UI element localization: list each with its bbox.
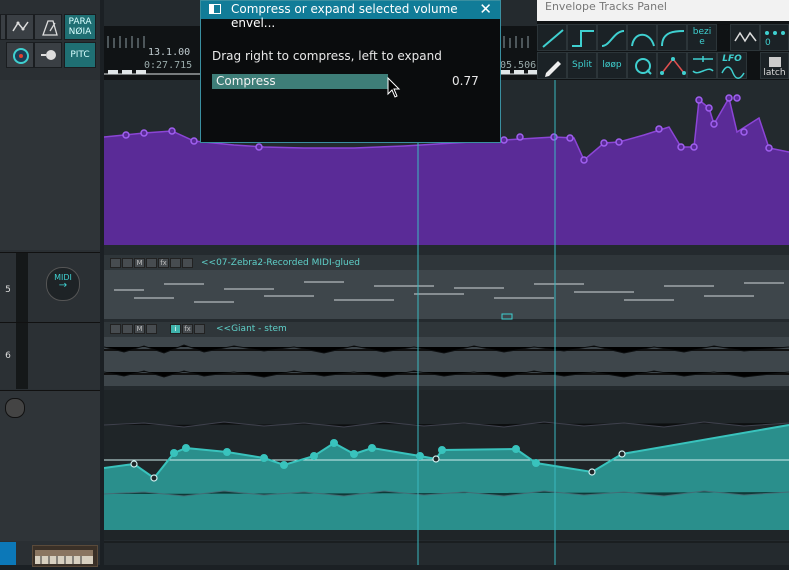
dialog-title: Compress or expand selected volume envel…: [231, 2, 458, 30]
record-knob-icon: [13, 48, 29, 64]
fast-end-shape-button[interactable]: [657, 24, 687, 51]
envelope-tracks-panel: Envelope Tracks Panel bezi e 0 Split løø…: [537, 0, 789, 80]
track-6-controls: 6: [0, 322, 100, 389]
loop-label: løøp: [602, 60, 622, 70]
item-mute-button[interactable]: M: [134, 324, 145, 334]
search-icon: [635, 58, 652, 75]
compress-value: 0.77: [452, 74, 479, 88]
ruler-measure-label: 13.1.00: [148, 47, 191, 58]
envelope-preview-button[interactable]: [730, 24, 760, 51]
close-icon[interactable]: ✕: [479, 0, 492, 18]
mouse-cursor-icon: [387, 77, 401, 98]
peak-points-icon: [660, 57, 686, 75]
track-5-controls: 5 MIDI →: [0, 252, 100, 323]
pencil-icon: [545, 61, 561, 77]
fast-start-shape-button[interactable]: [627, 24, 657, 51]
item-fx-button[interactable]: fx: [182, 324, 193, 334]
transform-icon: [692, 56, 714, 74]
dialog-instruction: Drag right to compress, left to expand: [212, 49, 442, 63]
latch-label: latch: [763, 68, 786, 78]
window-icon: [209, 4, 221, 14]
randomize-button[interactable]: [657, 52, 687, 79]
ruler-time-label: 0:27.715: [144, 60, 193, 71]
item-fx-button[interactable]: fx: [158, 258, 169, 268]
zero-button[interactable]: 0: [760, 24, 789, 51]
bezier-label: bezi e: [692, 27, 712, 47]
pitch-button[interactable]: PITC: [64, 42, 96, 68]
track-7-controls: [0, 390, 100, 541]
square-shape-button[interactable]: [567, 24, 597, 51]
track-6-number: 6: [5, 351, 11, 361]
dialog-titlebar[interactable]: Compress or expand selected volume envel…: [201, 0, 500, 30]
piano-thumbnail-icon: [35, 550, 93, 564]
item-env-button[interactable]: [170, 258, 181, 268]
zero-label: 0: [765, 38, 771, 48]
fast-end-shape-icon: [661, 30, 685, 47]
track-5-strip: [16, 253, 28, 323]
compress-slider[interactable]: Compress: [212, 74, 388, 89]
envelope-panel-titlebar[interactable]: Envelope Tracks Panel: [537, 0, 789, 21]
metronome-button[interactable]: [34, 14, 62, 40]
track-thumbnail: [32, 545, 98, 567]
loop-button[interactable]: løøp: [597, 52, 627, 79]
track-5-item-buttons: M fx: [110, 258, 200, 270]
item-notes-button[interactable]: [146, 324, 157, 334]
track-4-controls: [0, 80, 100, 250]
snap-icon: [12, 21, 29, 32]
item-lock2-button[interactable]: [122, 324, 133, 334]
envelope-panel-title: Envelope Tracks Panel: [545, 0, 667, 13]
square-shape-icon: [572, 30, 594, 47]
transform-button[interactable]: [687, 52, 717, 79]
metronome-icon: [42, 20, 58, 36]
compress-slider-label: Compress: [216, 74, 276, 88]
item-lock-button[interactable]: [110, 258, 121, 268]
paranoia-button[interactable]: PARA NØIA: [64, 14, 96, 40]
midi-item-name[interactable]: <<07-Zebra2-Recorded MIDI-glued: [201, 258, 360, 268]
grid-snap-button[interactable]: [6, 14, 34, 40]
pencil-button[interactable]: [537, 52, 567, 79]
compress-expand-dialog: Compress or expand selected volume envel…: [200, 0, 501, 143]
item-env-button[interactable]: [194, 324, 205, 334]
lock-button[interactable]: [6, 42, 34, 68]
item-info-button[interactable]: i: [170, 324, 181, 334]
track-6-item-buttons: M i fx: [110, 324, 214, 336]
item-mute-button[interactable]: M: [134, 258, 145, 268]
item-lock-button[interactable]: [110, 324, 121, 334]
split-label: Split: [572, 60, 592, 70]
slow-shape-button[interactable]: [597, 24, 627, 51]
ripple-edit-button[interactable]: [34, 42, 62, 68]
lfo-button[interactable]: LFO: [717, 52, 747, 79]
bezier-shape-button[interactable]: bezi e: [687, 24, 717, 51]
fast-start-shape-icon: [631, 33, 655, 47]
track-control-panel: PARA NØIA PITC 5 MIDI → 6: [0, 0, 100, 567]
midi-arrow-icon: →: [58, 280, 68, 291]
ruler-time-right-label: 05.506: [500, 60, 537, 71]
linear-shape-button[interactable]: [537, 24, 567, 51]
latch-button[interactable]: latch: [760, 52, 789, 79]
track-5-number: 5: [5, 285, 11, 295]
volume-knob[interactable]: [5, 398, 25, 418]
split-button[interactable]: Split: [567, 52, 597, 79]
item-lock2-button[interactable]: [122, 258, 133, 268]
lfo-wave-icon: [721, 66, 745, 79]
plug-icon: [41, 50, 56, 60]
waveform-icon: [734, 31, 757, 43]
item-notes-button[interactable]: [146, 258, 157, 268]
track-color-strip: [0, 542, 16, 565]
audio-item-name[interactable]: <<Giant - stem: [216, 324, 287, 334]
search-button[interactable]: [627, 52, 657, 79]
midi-input-button[interactable]: MIDI →: [46, 267, 80, 301]
item-env2-button[interactable]: [182, 258, 193, 268]
linear-shape-icon: [542, 29, 564, 48]
track-6-strip: [16, 323, 28, 389]
slow-shape-icon: [601, 30, 625, 47]
